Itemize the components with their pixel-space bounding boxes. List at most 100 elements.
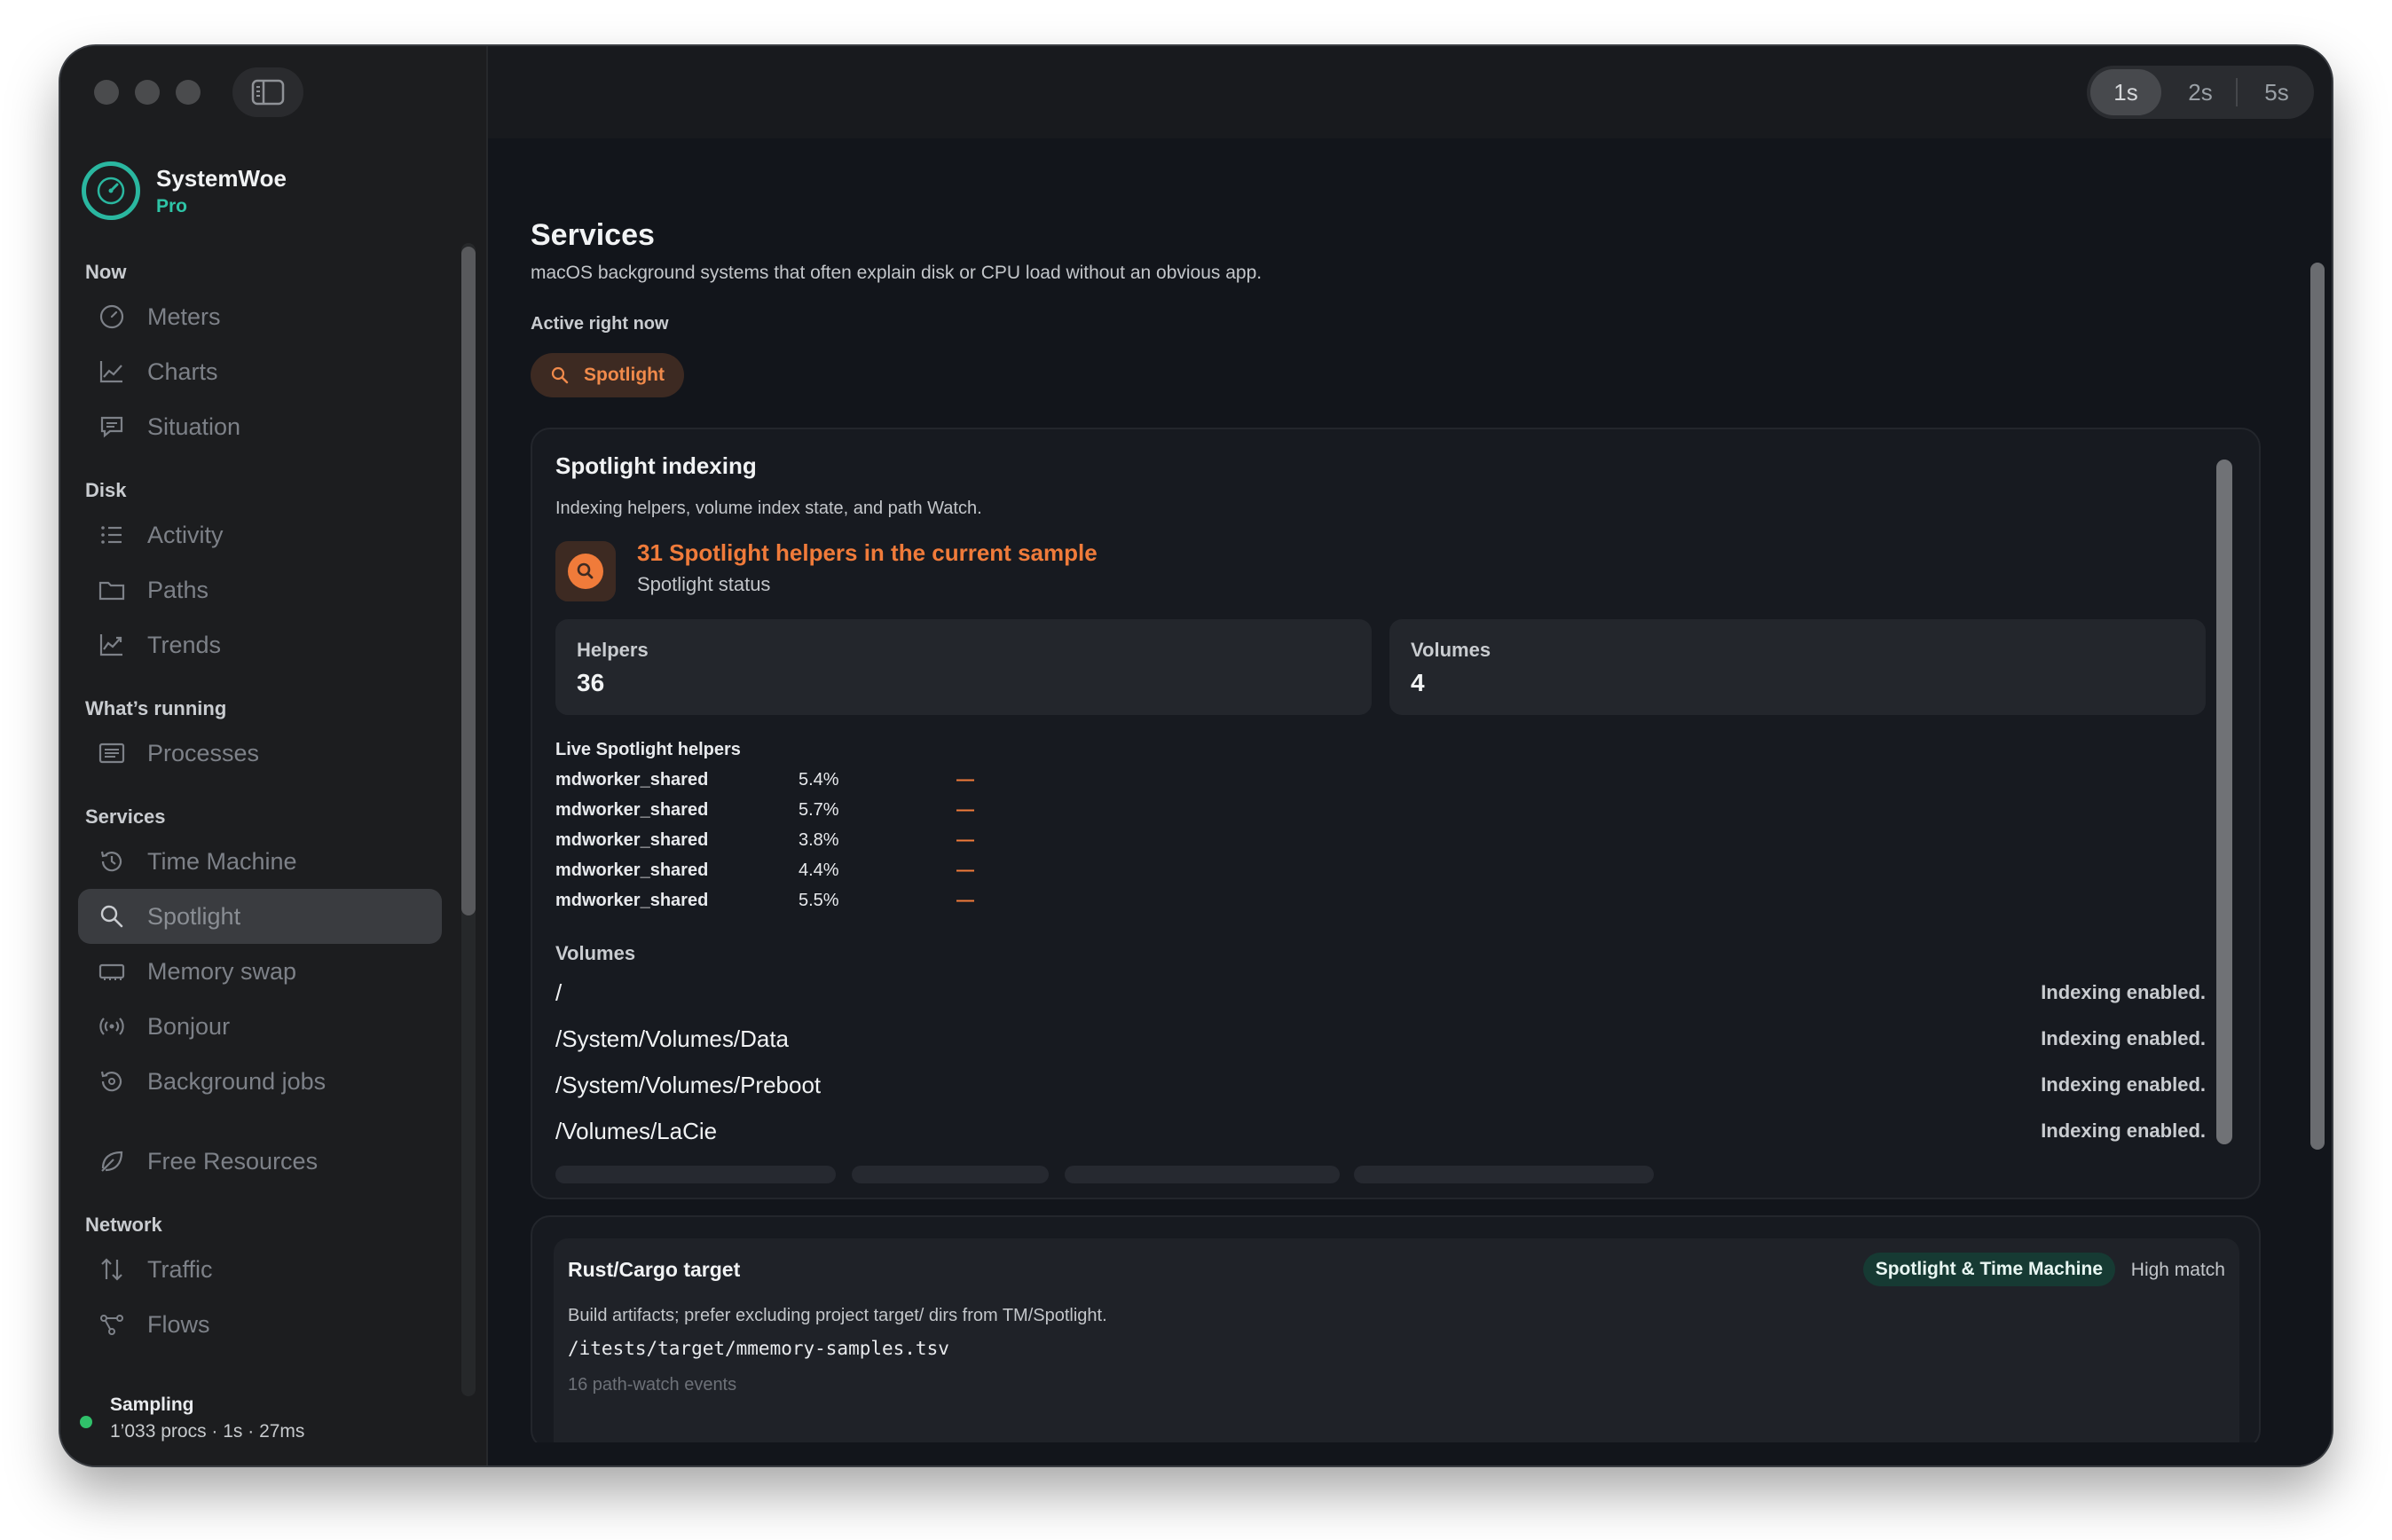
- search-icon: [100, 905, 123, 928]
- helper-name: mdworker_shared: [555, 860, 709, 880]
- zoom-window-button[interactable]: [176, 80, 201, 105]
- sidebar-item-time-machine[interactable]: Time Machine: [78, 834, 442, 889]
- active-heading: Active right now: [531, 314, 669, 334]
- sidebar-item-label: Charts: [147, 358, 218, 385]
- helper-cpu: 3.8%: [799, 830, 839, 850]
- content-bottom-edge: [488, 1442, 2332, 1465]
- active-pill-label: Spotlight: [584, 365, 665, 385]
- helper-trend: —: [956, 770, 974, 790]
- stat-label: Volumes: [1411, 639, 1491, 661]
- main-scrollbar-thumb[interactable]: [2310, 263, 2325, 1150]
- helper-cpu: 4.4%: [799, 860, 839, 880]
- sidebar-item-label: Background jobs: [147, 1067, 327, 1095]
- sidebar-item-free-resources[interactable]: Free Resources: [78, 1134, 442, 1189]
- stat-label: Helpers: [577, 639, 649, 661]
- folder-icon: [98, 581, 125, 601]
- sidebar-toggle-button[interactable]: [232, 67, 303, 117]
- interval-2s-button[interactable]: 2s: [2165, 69, 2236, 115]
- interval-5s-button[interactable]: 5s: [2241, 69, 2312, 115]
- sidebar-item-label: Flows: [147, 1310, 210, 1338]
- rust-cargo-card: Rust/Cargo target Spotlight & Time Machi…: [531, 1215, 2261, 1450]
- helper-cpu: 5.7%: [799, 800, 839, 820]
- app-tier: Pro: [156, 195, 188, 216]
- sidebar-item-flows[interactable]: Flows: [78, 1297, 442, 1352]
- volume-path: /Volumes/LaCie: [555, 1118, 718, 1144]
- truncated-chip: [1354, 1166, 1654, 1183]
- minimize-window-button[interactable]: [135, 80, 160, 105]
- section-whats-running: What’s running: [85, 697, 227, 719]
- sidebar-item-bonjour[interactable]: Bonjour: [78, 999, 442, 1054]
- volumes-list: / Indexing enabled. /System/Volumes/Data…: [555, 972, 2206, 1157]
- match-label: High match: [2130, 1260, 2225, 1280]
- app-window: SystemWoe Pro Now Meters Charts Situatio…: [60, 46, 2332, 1465]
- trend-icon: [99, 634, 122, 656]
- sidebar-item-memory-swap[interactable]: Memory swap: [78, 944, 442, 999]
- truncated-chip: [1065, 1166, 1340, 1183]
- sidebar-scrollbar-thumb[interactable]: [461, 247, 476, 915]
- close-window-button[interactable]: [94, 80, 119, 105]
- volume-state: Indexing enabled.: [2041, 1027, 2206, 1049]
- row-events: 16 path-watch events: [568, 1375, 737, 1395]
- status-detail: 1’033 procs · 1s · 27ms: [110, 1421, 305, 1442]
- gauge-icon: [99, 304, 124, 329]
- memory-icon: [98, 963, 125, 980]
- sidebar-item-meters[interactable]: Meters: [78, 289, 442, 344]
- sidebar-item-label: Activity: [147, 521, 224, 548]
- sidebar-item-label: Time Machine: [147, 847, 297, 875]
- alert-title: 31 Spotlight helpers in the current samp…: [637, 539, 1098, 566]
- volume-row: / Indexing enabled.: [555, 972, 2206, 1018]
- live-helpers-heading: Live Spotlight helpers: [555, 740, 741, 759]
- sidebar-item-background-jobs[interactable]: Background jobs: [78, 1054, 442, 1109]
- sidebar-item-paths[interactable]: Paths: [78, 562, 442, 617]
- helper-name: mdworker_shared: [555, 800, 709, 820]
- helper-row: mdworker_shared 5.5% —: [555, 889, 1088, 919]
- sidebar-item-activity[interactable]: Activity: [78, 507, 442, 562]
- row-path: /itests/target/mmemory-samples.tsv: [568, 1338, 949, 1359]
- sidebar-item-label: Free Resources: [147, 1147, 319, 1175]
- sidebar-toggle-icon: [251, 79, 285, 106]
- broadcast-icon: [99, 1018, 124, 1035]
- page-subtitle: macOS background systems that often expl…: [531, 263, 1263, 283]
- process-list-icon: [98, 742, 125, 764]
- volume-state: Indexing enabled.: [2041, 981, 2206, 1003]
- volume-row: /Volumes/LaCie Indexing enabled.: [555, 1111, 2206, 1157]
- sidebar-item-label: Spotlight: [147, 902, 241, 930]
- card-scrollbar-thumb[interactable]: [2216, 460, 2232, 1144]
- sidebar-item-charts[interactable]: Charts: [78, 344, 442, 399]
- background-jobs-icon: [100, 1071, 122, 1092]
- network-graph-icon: [100, 1315, 123, 1335]
- helpers-stat: Helpers 36: [555, 619, 1372, 715]
- sidebar-item-traffic[interactable]: Traffic: [78, 1242, 442, 1297]
- volumes-heading: Volumes: [555, 942, 636, 964]
- sidebar-item-situation[interactable]: Situation: [78, 399, 442, 454]
- spotlight-indexing-card: Spotlight indexing Indexing helpers, vol…: [531, 428, 2261, 1199]
- sidebar-item-processes[interactable]: Processes: [78, 726, 442, 781]
- live-helpers-list: mdworker_shared 5.4% — mdworker_shared 5…: [555, 768, 1088, 919]
- sidebar-item-label: Paths: [147, 576, 209, 603]
- main-content: Services macOS background systems that o…: [488, 138, 2332, 1465]
- sidebar-item-spotlight[interactable]: Spotlight: [78, 889, 442, 944]
- message-icon: [100, 416, 123, 438]
- sidebar-item-label: Trends: [147, 631, 222, 658]
- stat-value: 36: [577, 669, 605, 696]
- active-spotlight-pill[interactable]: Spotlight: [531, 353, 684, 397]
- helper-cpu: 5.5%: [799, 891, 839, 910]
- truncated-chip: [555, 1166, 836, 1183]
- volume-row: /System/Volumes/Data Indexing enabled.: [555, 1018, 2206, 1065]
- helper-trend: —: [956, 830, 974, 850]
- sidebar-item-label: Situation: [147, 412, 241, 440]
- rust-cargo-row[interactable]: Rust/Cargo target Spotlight & Time Machi…: [554, 1238, 2239, 1448]
- brand: SystemWoe Pro: [82, 161, 287, 220]
- search-icon: [551, 366, 569, 384]
- sidebar-item-trends[interactable]: Trends: [78, 617, 442, 672]
- page-title: Services: [531, 218, 655, 252]
- interval-1s-button[interactable]: 1s: [2090, 69, 2161, 115]
- app-logo-icon: [82, 161, 140, 220]
- interval-segmented-control: 1s 2s 5s: [2087, 66, 2314, 119]
- sidebar-item-label: Traffic: [147, 1255, 213, 1283]
- arrows-updown-icon: [101, 1258, 122, 1281]
- volume-path: /System/Volumes/Preboot: [555, 1072, 822, 1098]
- list-icon: [101, 526, 122, 544]
- clock-history-icon: [100, 851, 122, 872]
- sidebar: SystemWoe Pro Now Meters Charts Situatio…: [60, 46, 488, 1465]
